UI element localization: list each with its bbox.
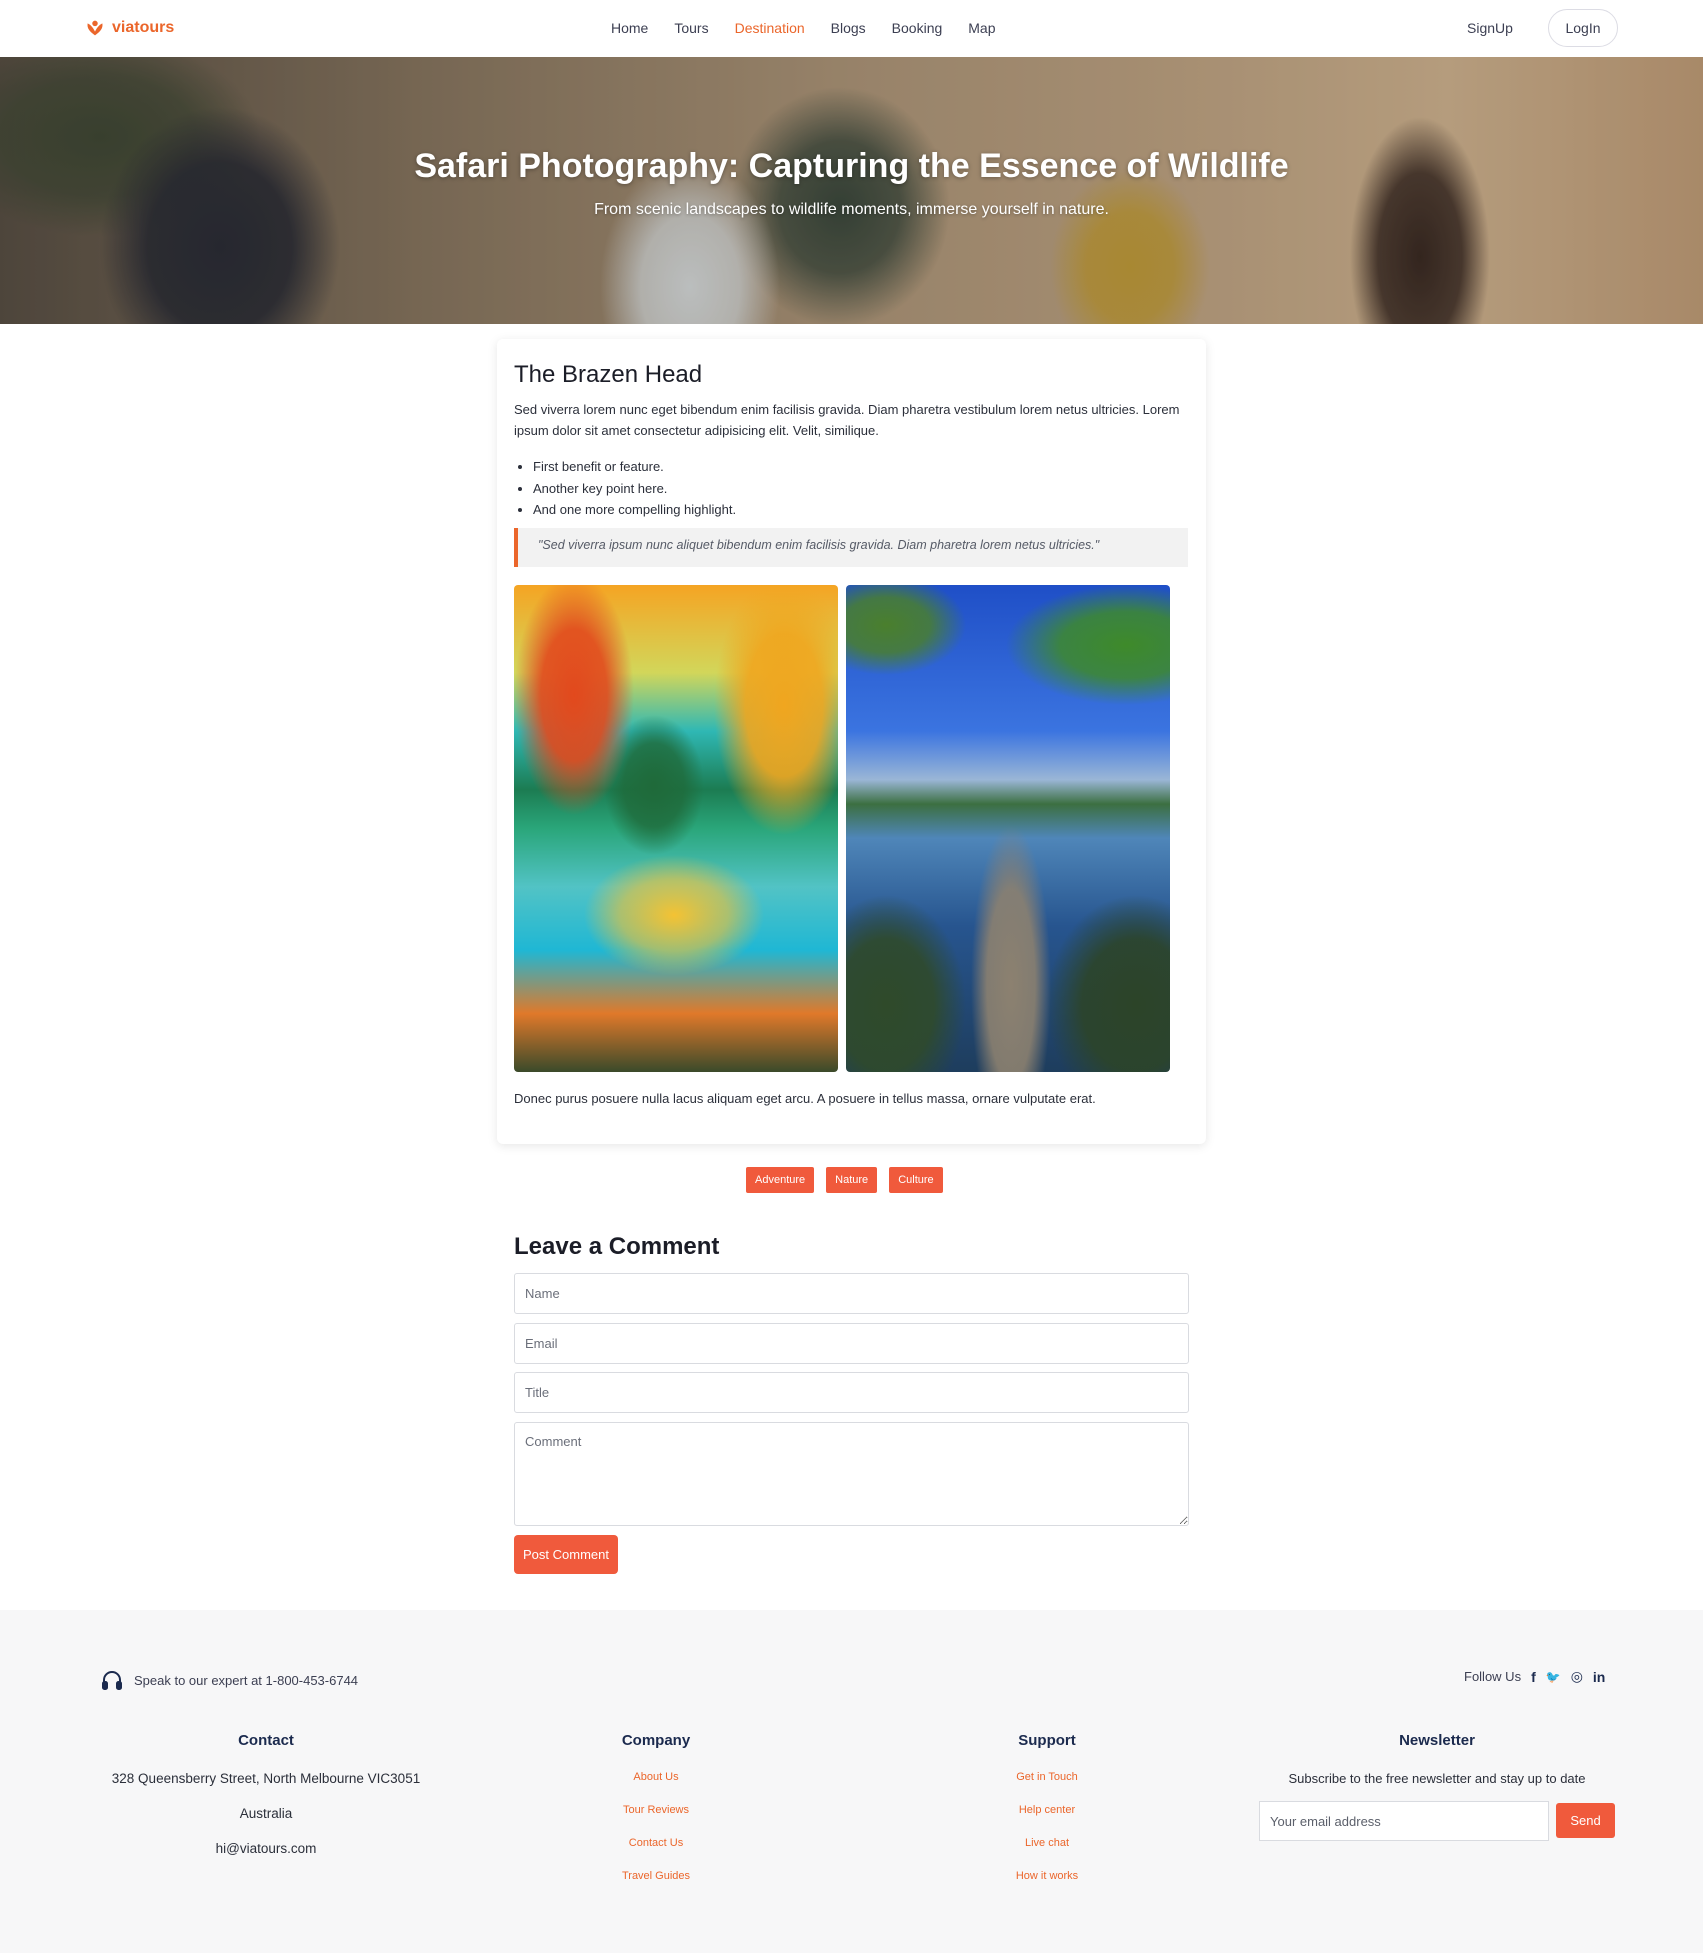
login-button[interactable]: LogIn [1548,9,1618,47]
follow-us: Follow Us f 🐦 ◎ in [1464,1668,1605,1685]
hero-title: Safari Photography: Capturing the Essenc… [414,147,1289,185]
support-heading: Support [1018,1732,1076,1749]
logo[interactable]: viatours [84,17,174,39]
footer-link-guides[interactable]: Travel Guides [556,1860,756,1893]
linkedin-icon[interactable]: in [1593,1669,1605,1685]
facebook-icon[interactable]: f [1531,1669,1536,1685]
nav-home[interactable]: Home [611,20,648,36]
list-item: Another key point here. [533,478,736,500]
comment-form-title: Leave a Comment [514,1233,720,1260]
autumn-lake-image [514,585,838,1072]
nav-destination[interactable]: Destination [735,20,805,36]
nav-map[interactable]: Map [968,20,995,36]
name-input[interactable] [514,1273,1189,1314]
newsletter-email-input[interactable] [1259,1801,1549,1841]
post-comment-button[interactable]: Post Comment [514,1535,618,1574]
headphones-icon [102,1671,122,1690]
title-input[interactable] [514,1372,1189,1413]
footer-support: Support Get in Touch Help center Live ch… [947,1732,1147,1893]
article-outro: Donec purus posuere nulla lacus aliquam … [514,1091,1096,1106]
newsletter-text: Subscribe to the free newsletter and sta… [1288,1771,1586,1786]
footer-newsletter: Newsletter Subscribe to the free newslet… [1247,1732,1627,1796]
tag-nature[interactable]: Nature [826,1167,878,1193]
main-nav: Home Tours Destination Blogs Booking Map [611,20,996,36]
newsletter-heading: Newsletter [1399,1732,1475,1749]
article-intro: Sed viverra lorem nunc eget bibendum eni… [514,402,1180,438]
list-item: First benefit or feature. [533,456,736,478]
footer-contact: Contact 328 Queensberry Street, North Me… [66,1732,466,1866]
footer-link-help-center[interactable]: Help center [947,1794,1147,1827]
article-quote: "Sed viverra ipsum nunc aliquet bibendum… [514,528,1188,567]
comment-textarea[interactable] [514,1422,1189,1526]
tag-list: Adventure Nature Culture [746,1167,943,1193]
contact-email[interactable]: hi@viatours.com [66,1831,466,1866]
footer-link-live-chat[interactable]: Live chat [947,1827,1147,1860]
footer-company: Company About Us Tour Reviews Contact Us… [556,1732,756,1893]
contact-country: Australia [239,1806,293,1821]
benefit-list: First benefit or feature. Another key po… [533,456,736,521]
logo-text: viatours [112,19,175,36]
nav-booking[interactable]: Booking [892,20,943,36]
lake-dock-image [846,585,1170,1072]
list-item: And one more compelling highlight. [533,499,736,521]
follow-label: Follow Us [1464,1669,1522,1684]
article-card: The Brazen Head Sed viverra lorem nunc e… [497,339,1206,1144]
footer-link-how-it-works[interactable]: How it works [947,1860,1147,1893]
signup-link[interactable]: SignUp [1467,20,1513,36]
footer-link-reviews[interactable]: Tour Reviews [556,1794,756,1827]
footer-link-contact[interactable]: Contact Us [556,1827,756,1860]
article-heading: The Brazen Head [514,361,703,388]
instagram-icon[interactable]: ◎ [1571,1668,1583,1685]
tag-adventure[interactable]: Adventure [746,1167,815,1193]
hero-subtitle: From scenic landscapes to wildlife momen… [594,201,1109,218]
expert-contact: Speak to our expert at 1-800-453-6744 [100,1668,358,1692]
contact-address: 328 Queensberry Street, North Melbourne … [111,1771,421,1786]
footer-link-get-in-touch[interactable]: Get in Touch [947,1761,1147,1794]
company-heading: Company [621,1732,691,1749]
tag-culture[interactable]: Culture [889,1167,943,1193]
twitter-icon[interactable]: 🐦 [1546,1670,1561,1684]
site-header: viatours Home Tours Destination Blogs Bo… [0,0,1703,57]
expert-text: Speak to our expert at 1-800-453-6744 [134,1672,359,1688]
site-footer: Speak to our expert at 1-800-453-6744 Fo… [0,1610,1703,1953]
footer-link-about[interactable]: About Us [556,1761,756,1794]
nav-blogs[interactable]: Blogs [831,20,866,36]
contact-heading: Contact [238,1732,294,1749]
email-input[interactable] [514,1323,1189,1364]
logo-icon [87,20,103,36]
hero-banner: Safari Photography: Capturing the Essenc… [0,57,1703,324]
nav-tours[interactable]: Tours [674,20,708,36]
newsletter-send-button[interactable]: Send [1556,1803,1615,1838]
